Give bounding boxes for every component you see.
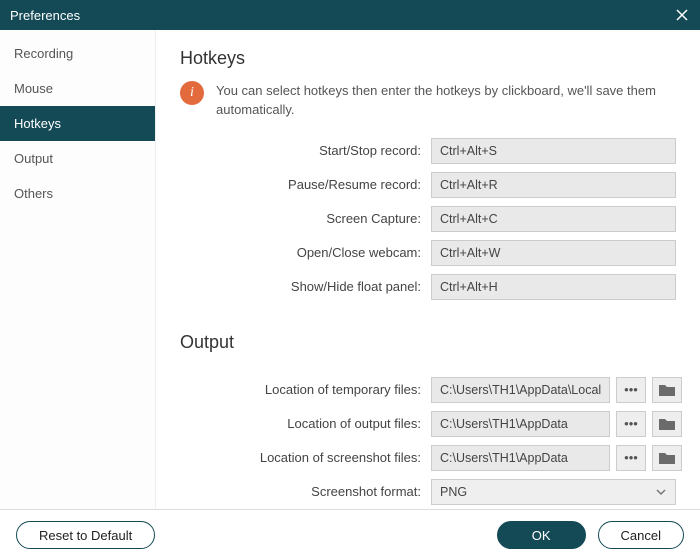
more-button[interactable]: •••	[616, 377, 646, 403]
folder-icon[interactable]	[652, 411, 682, 437]
output-path-row: Location of output files: •••	[180, 411, 676, 437]
hotkey-input-pause-resume[interactable]	[431, 172, 676, 198]
hotkey-row: Pause/Resume record:	[180, 172, 676, 198]
output-path-row: Location of temporary files: •••	[180, 377, 676, 403]
more-button-label: •••	[624, 382, 638, 397]
folder-icon[interactable]	[652, 377, 682, 403]
more-button-label: •••	[624, 416, 638, 431]
hotkey-input-float-panel[interactable]	[431, 274, 676, 300]
window-title: Preferences	[10, 8, 80, 23]
hotkey-row: Screen Capture:	[180, 206, 676, 232]
hotkey-label: Pause/Resume record:	[180, 177, 425, 192]
select-value: PNG	[440, 485, 467, 499]
footer: Reset to Default OK Cancel	[0, 510, 700, 560]
hotkey-label: Screen Capture:	[180, 211, 425, 226]
hotkey-input-screen-capture[interactable]	[431, 206, 676, 232]
titlebar: Preferences	[0, 0, 700, 30]
hotkey-label: Show/Hide float panel:	[180, 279, 425, 294]
sidebar-item-recording[interactable]: Recording	[0, 36, 155, 71]
output-path-label: Location of screenshot files:	[180, 450, 425, 465]
hotkey-label: Open/Close webcam:	[180, 245, 425, 260]
hotkey-row: Open/Close webcam:	[180, 240, 676, 266]
hotkeys-hint: i You can select hotkeys then enter the …	[180, 81, 676, 120]
ok-button[interactable]: OK	[497, 521, 586, 549]
hotkey-label: Start/Stop record:	[180, 143, 425, 158]
more-button[interactable]: •••	[616, 411, 646, 437]
more-button[interactable]: •••	[616, 445, 646, 471]
close-icon[interactable]	[674, 7, 690, 23]
reset-button[interactable]: Reset to Default	[16, 521, 155, 549]
output-select-label: Screenshot format:	[180, 484, 425, 499]
info-icon: i	[180, 81, 204, 105]
hotkey-input-start-stop[interactable]	[431, 138, 676, 164]
sidebar: Recording Mouse Hotkeys Output Others	[0, 30, 156, 509]
sidebar-item-label: Others	[14, 186, 53, 201]
chevron-down-icon	[655, 485, 667, 499]
footer-right: OK Cancel	[497, 521, 684, 549]
ok-button-label: OK	[532, 528, 551, 543]
section-title-hotkeys: Hotkeys	[180, 48, 676, 69]
cancel-button[interactable]: Cancel	[598, 521, 684, 549]
sidebar-item-output[interactable]: Output	[0, 141, 155, 176]
screenshot-path-input[interactable]	[431, 445, 610, 471]
output-path-row: Location of screenshot files: •••	[180, 445, 676, 471]
hotkeys-hint-text: You can select hotkeys then enter the ho…	[216, 81, 676, 120]
body: Recording Mouse Hotkeys Output Others Ho…	[0, 30, 700, 510]
main-panel: Hotkeys i You can select hotkeys then en…	[156, 30, 700, 509]
hotkey-row: Show/Hide float panel:	[180, 274, 676, 300]
sidebar-item-others[interactable]: Others	[0, 176, 155, 211]
sidebar-item-label: Recording	[14, 46, 73, 61]
sidebar-item-label: Output	[14, 151, 53, 166]
output-path-label: Location of temporary files:	[180, 382, 425, 397]
sidebar-item-mouse[interactable]: Mouse	[0, 71, 155, 106]
cancel-button-label: Cancel	[621, 528, 661, 543]
reset-button-label: Reset to Default	[39, 528, 132, 543]
more-button-label: •••	[624, 450, 638, 465]
screenshot-format-select[interactable]: PNG	[431, 479, 676, 505]
folder-icon[interactable]	[652, 445, 682, 471]
sidebar-item-label: Hotkeys	[14, 116, 61, 131]
sidebar-item-label: Mouse	[14, 81, 53, 96]
hotkey-row: Start/Stop record:	[180, 138, 676, 164]
output-path-input[interactable]	[431, 411, 610, 437]
hotkey-input-webcam[interactable]	[431, 240, 676, 266]
output-path-label: Location of output files:	[180, 416, 425, 431]
temp-path-input[interactable]	[431, 377, 610, 403]
output-select-row: Screenshot format: PNG	[180, 479, 676, 505]
sidebar-item-hotkeys[interactable]: Hotkeys	[0, 106, 155, 141]
section-title-output: Output	[180, 332, 676, 353]
